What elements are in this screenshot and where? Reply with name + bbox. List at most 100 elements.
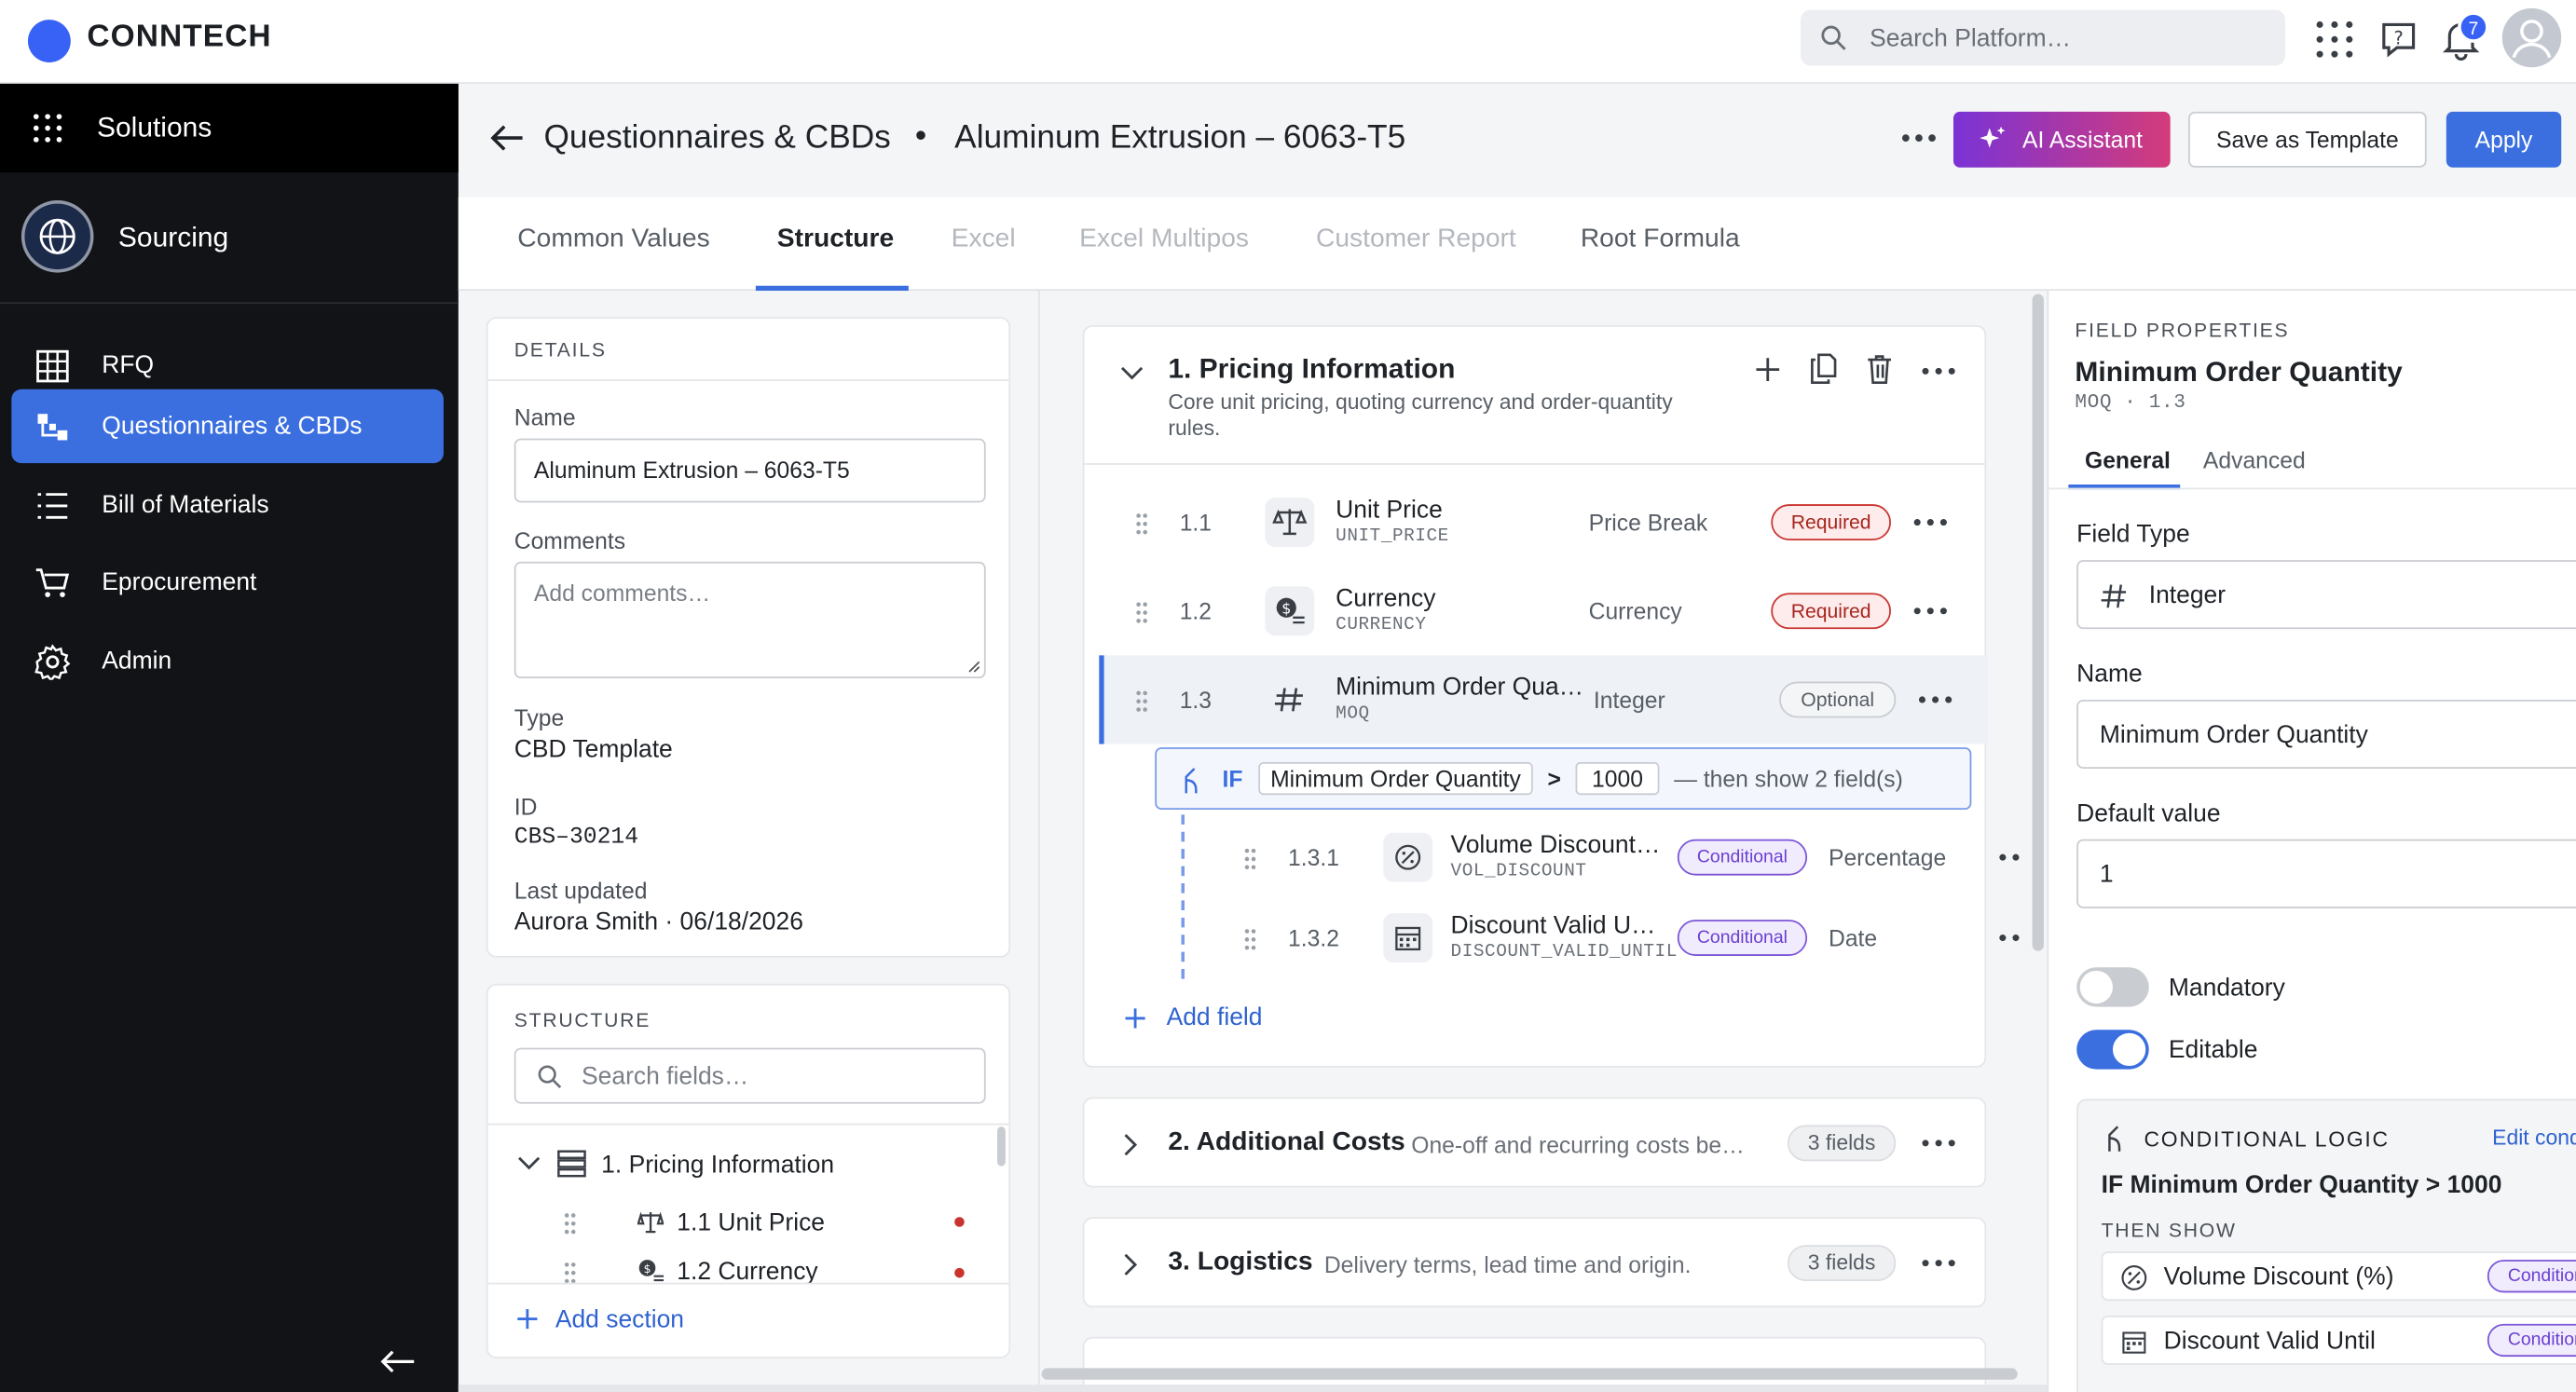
- scrollbar-thumb[interactable]: [997, 1126, 1006, 1167]
- section-title: 3. Logistics: [1168, 1248, 1313, 1276]
- field-type-select[interactable]: Integer: [2076, 560, 2576, 630]
- name-value: Minimum Order Quantity: [2099, 720, 2368, 749]
- sidebar-item-eprocurement[interactable]: Eprocurement: [11, 545, 444, 619]
- chevron-down-icon[interactable]: [1120, 366, 1144, 381]
- breadcrumb[interactable]: Questionnaires & CBDs: [543, 120, 890, 158]
- canvas-scrollbar-horizontal[interactable]: [1041, 1368, 2018, 1380]
- section-card-collapsed[interactable]: 2. Additional Costs One-off and recurrin…: [1082, 1097, 1987, 1188]
- drag-handle-icon[interactable]: [1133, 599, 1150, 625]
- then-show-header: THEN SHOW: [2101, 1218, 2237, 1242]
- chevron-right-icon[interactable]: [1124, 1133, 1139, 1156]
- copy-icon[interactable]: [1811, 353, 1837, 385]
- drag-handle-icon[interactable]: [1133, 511, 1150, 537]
- more-options-icon[interactable]: [1917, 695, 1953, 705]
- sidebar-item-bill-of-materials[interactable]: Bill of Materials: [11, 468, 444, 541]
- tab-structure[interactable]: Structure: [777, 225, 894, 255]
- platform-search[interactable]: Search Platform…: [1801, 9, 2286, 66]
- condition-rule[interactable]: IF Minimum Order Quantity > 1000 — then …: [1155, 747, 1972, 811]
- field-name: Unit Price: [1336, 496, 1443, 525]
- editable-toggle[interactable]: [2076, 1030, 2149, 1070]
- structure-search-input[interactable]: Search fields…: [514, 1047, 986, 1104]
- drag-handle-icon[interactable]: [1242, 926, 1259, 952]
- comments-label: Comments: [514, 526, 626, 554]
- back-arrow-icon[interactable]: [488, 121, 525, 154]
- svg-text:?: ?: [2394, 28, 2404, 49]
- tab-common-values[interactable]: Common Values: [517, 225, 709, 255]
- canvas-scrollbar-vertical[interactable]: [2032, 293, 2044, 951]
- subfield-row[interactable]: 1.3.1 Volume Discount… VOL_DISCOUNT Cond…: [1183, 813, 2020, 902]
- mandatory-toggle[interactable]: [2076, 967, 2149, 1007]
- status-badge: Conditional: [1677, 920, 1808, 956]
- default-value-label: Default value: [2076, 799, 2221, 828]
- solutions-menu[interactable]: Solutions: [0, 83, 459, 173]
- more-options-icon[interactable]: [1998, 933, 2021, 943]
- subfield-row[interactable]: 1.3.2 Discount Valid U… DISCOUNT_VALID_U…: [1183, 894, 2020, 982]
- field-row[interactable]: 1.2 $ Currency CURRENCY Currency Require…: [1084, 566, 1984, 655]
- details-card: DETAILS Name Aluminum Extrusion – 6063-T…: [486, 317, 1011, 958]
- tab-root-formula[interactable]: Root Formula: [1581, 225, 1740, 255]
- help-icon[interactable]: ?: [2377, 18, 2420, 61]
- plus-icon[interactable]: [1755, 357, 1781, 383]
- chevron-right-icon[interactable]: [1124, 1253, 1139, 1276]
- drag-handle-icon[interactable]: [1242, 846, 1259, 872]
- grid-icon: [36, 349, 69, 383]
- apps-grid-icon[interactable]: [2313, 18, 2356, 61]
- section-card-collapsed[interactable]: 3. Logistics Delivery terms, lead time a…: [1082, 1217, 1987, 1308]
- trash-icon[interactable]: [1867, 353, 1893, 385]
- name-field[interactable]: Aluminum Extrusion – 6063-T5: [514, 438, 986, 503]
- more-options-icon[interactable]: [1912, 606, 1949, 616]
- tab-advanced[interactable]: Advanced: [2203, 446, 2306, 472]
- condition-operator[interactable]: >: [1548, 765, 1561, 791]
- add-field-button[interactable]: Add field: [1167, 1003, 1263, 1031]
- sidebar-item-label: Eprocurement: [102, 567, 257, 596]
- tab-general[interactable]: General: [2085, 446, 2171, 472]
- tab-excel[interactable]: Excel: [952, 225, 1016, 255]
- more-options-icon[interactable]: [1912, 517, 1949, 527]
- sidebar-item-admin[interactable]: Admin: [11, 624, 444, 698]
- mandatory-label: Mandatory: [2168, 974, 2285, 1003]
- ai-assistant-button[interactable]: AI Assistant: [1953, 111, 2171, 168]
- condition-value-input[interactable]: 1000: [1575, 761, 1660, 796]
- field-row-selected[interactable]: 1.3 Minimum Order Qua… MOQ Integer Optio…: [1099, 655, 1988, 744]
- default-value: 1: [2099, 860, 2114, 889]
- branch-icon: [2108, 1126, 2121, 1152]
- drag-handle-icon[interactable]: [1133, 689, 1150, 715]
- field-number: 1.3: [1179, 686, 1213, 714]
- apps-grid-icon: [33, 114, 62, 143]
- more-options-icon[interactable]: [1998, 853, 2021, 863]
- more-options-icon[interactable]: [1921, 366, 1957, 376]
- brand-name: CONNTECH: [87, 20, 272, 55]
- sourcing-module[interactable]: Sourcing: [0, 172, 459, 305]
- calendar-icon: [2122, 1331, 2146, 1354]
- page-scrollbar-track[interactable]: [458, 1385, 2048, 1392]
- then-show-item[interactable]: Discount Valid Until Conditional: [2101, 1316, 2576, 1365]
- sidebar-item-questionnaires[interactable]: Questionnaires & CBDs: [11, 389, 444, 464]
- tab-customer-report[interactable]: Customer Report: [1316, 225, 1516, 255]
- collapse-sidebar-icon[interactable]: [377, 1348, 417, 1374]
- avatar[interactable]: [2501, 7, 2562, 68]
- name-input[interactable]: Minimum Order Quantity: [2076, 699, 2576, 769]
- required-indicator: [954, 1217, 965, 1227]
- tab-excel-multipos[interactable]: Excel Multipos: [1079, 225, 1249, 255]
- then-show-item[interactable]: Volume Discount (%) Conditional: [2101, 1251, 2576, 1302]
- structure-item[interactable]: 1.1 Unit Price: [677, 1208, 825, 1236]
- more-options-icon[interactable]: [1921, 1139, 1957, 1149]
- add-section-button[interactable]: Add section: [555, 1305, 684, 1333]
- field-row[interactable]: 1.1 Unit Price UNIT_PRICE Price Break Re…: [1084, 478, 1984, 566]
- field-type-label: Field Type: [2076, 520, 2190, 549]
- edit-conditions-link[interactable]: Edit conditions: [2492, 1126, 2576, 1150]
- page-title: Aluminum Extrusion – 6063-T5: [954, 119, 1406, 157]
- more-options-icon[interactable]: [1898, 125, 1940, 151]
- structure-section-label[interactable]: 1. Pricing Information: [601, 1152, 834, 1180]
- chevron-down-icon[interactable]: [517, 1154, 541, 1171]
- divider: [487, 379, 1009, 381]
- more-options-icon[interactable]: [1921, 1258, 1957, 1268]
- svg-text:$: $: [644, 1262, 651, 1276]
- default-value-input[interactable]: 1: [2076, 839, 2576, 908]
- resize-handle-icon[interactable]: [967, 661, 980, 674]
- drag-handle-icon[interactable]: [562, 1210, 579, 1236]
- condition-field-select[interactable]: Minimum Order Quantity: [1258, 761, 1533, 796]
- comments-field[interactable]: Add comments…: [514, 561, 986, 679]
- save-as-template-button[interactable]: Save as Template: [2188, 111, 2427, 168]
- apply-button[interactable]: Apply: [2446, 111, 2562, 168]
